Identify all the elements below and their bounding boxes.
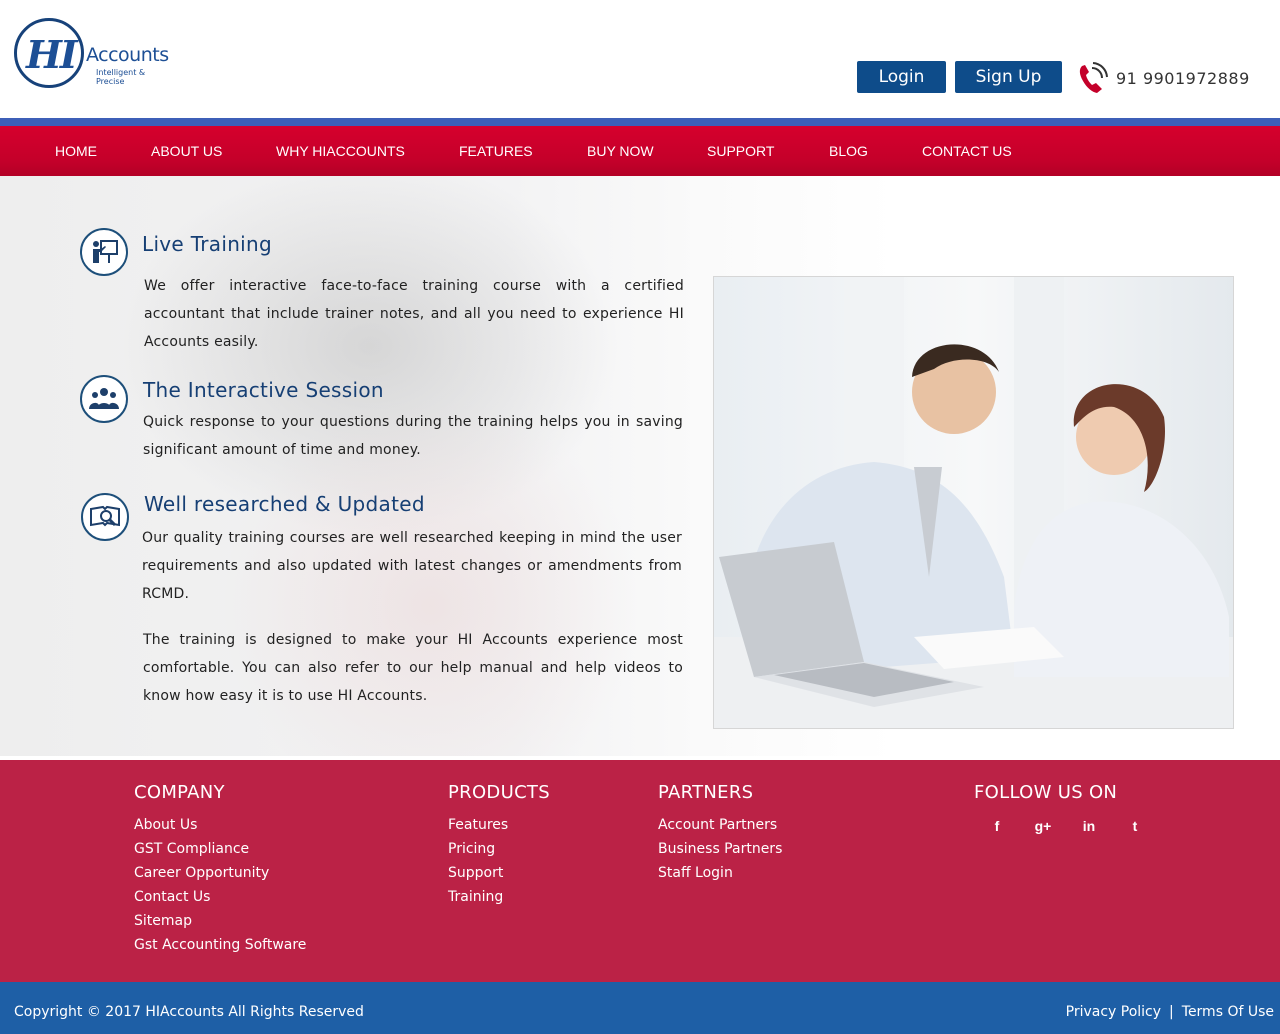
logo-text: Accounts [86,44,169,66]
feature-description: We offer interactive face-to-face traini… [144,278,684,350]
nav-item-blog[interactable]: BLOG [829,143,868,159]
bottom-bar: Copyright © 2017 HIAccounts All Rights R… [0,982,1280,1034]
footer-follow: FOLLOW US ON [974,782,1117,813]
legal-separator: | [1169,1004,1174,1020]
trainer-icon [80,228,128,276]
phone-number: 91 9901972889 [1116,68,1250,88]
login-button[interactable]: Login [857,61,946,93]
nav-item-contact-us[interactable]: CONTACT US [922,143,1012,159]
footer-link-account-partners[interactable]: Account Partners [658,813,782,837]
footer-company: COMPANY About Us GST Compliance Career O… [134,782,306,957]
feature-description: Quick response to your questions during … [143,414,683,458]
footer-link-staff-login[interactable]: Staff Login [658,861,782,885]
site-footer: COMPANY About Us GST Compliance Career O… [0,760,1280,982]
site-header: HI Accounts Intelligent & Precise Login … [0,0,1280,118]
footer-heading: COMPANY [134,782,225,803]
nav-item-support[interactable]: SUPPORT [707,143,774,159]
footer-heading: FOLLOW US ON [974,782,1118,803]
nav-item-features[interactable]: FEATURES [459,143,533,159]
footer-products: PRODUCTS Features Pricing Support Traini… [448,782,550,909]
feature-title: The Interactive Session [143,378,384,402]
nav-accent-strip [0,118,1280,126]
feature-title: Live Training [142,232,273,256]
training-photo [713,276,1234,729]
legal-links: Privacy Policy | Terms Of Use [1066,1004,1274,1020]
site-logo[interactable]: HI Accounts Intelligent & Precise [14,18,174,92]
closing-paragraph: The training is designed to make your HI… [143,632,683,704]
footer-link-gst-accounting-software[interactable]: Gst Accounting Software [134,933,306,957]
copyright-text: Copyright © 2017 HIAccounts All Rights R… [14,1004,364,1020]
footer-link-about-us[interactable]: About Us [134,813,306,837]
nav-item-buy-now[interactable]: BUY NOW [587,143,654,159]
logo-mark: HI [26,32,78,77]
footer-link-gst-compliance[interactable]: GST Compliance [134,837,306,861]
phone-icon [1079,62,1108,93]
footer-link-pricing[interactable]: Pricing [448,837,550,861]
footer-link-support[interactable]: Support [448,861,550,885]
footer-link-career-opportunity[interactable]: Career Opportunity [134,861,306,885]
footer-link-business-partners[interactable]: Business Partners [658,837,782,861]
footer-partners: PARTNERS Account Partners Business Partn… [658,782,782,885]
footer-link-features[interactable]: Features [448,813,550,837]
phone-contact: 91 9901972889 [1076,60,1250,96]
footer-heading: PARTNERS [658,782,754,803]
research-icon [81,493,129,541]
linkedin-icon[interactable]: in [1066,816,1112,836]
google-plus-icon[interactable]: g+ [1020,816,1066,836]
feature-title: Well researched & Updated [144,492,425,516]
group-icon [80,375,128,423]
training-section: Live Training We offer interactive face-… [0,176,1280,756]
twitter-icon[interactable]: t [1112,816,1158,836]
terms-of-use-link[interactable]: Terms Of Use [1182,1004,1274,1020]
footer-link-training[interactable]: Training [448,885,550,909]
feature-description: Our quality training courses are well re… [142,530,682,602]
main-nav: HOME ABOUT US WHY HIACCOUNTS FEATURES BU… [0,126,1280,176]
social-links: f g+ in t [974,816,1158,836]
footer-link-sitemap[interactable]: Sitemap [134,909,306,933]
nav-item-why-hiaccounts[interactable]: WHY HIACCOUNTS [276,143,405,159]
footer-link-contact-us[interactable]: Contact Us [134,885,306,909]
training-photo-illustration [714,277,1233,728]
privacy-policy-link[interactable]: Privacy Policy [1066,1004,1161,1020]
footer-heading: PRODUCTS [448,782,550,803]
nav-item-about-us[interactable]: ABOUT US [151,143,222,159]
nav-item-home[interactable]: HOME [55,143,97,159]
logo-tagline: Intelligent & Precise [96,68,146,86]
facebook-icon[interactable]: f [974,816,1020,836]
signup-button[interactable]: Sign Up [955,61,1062,93]
